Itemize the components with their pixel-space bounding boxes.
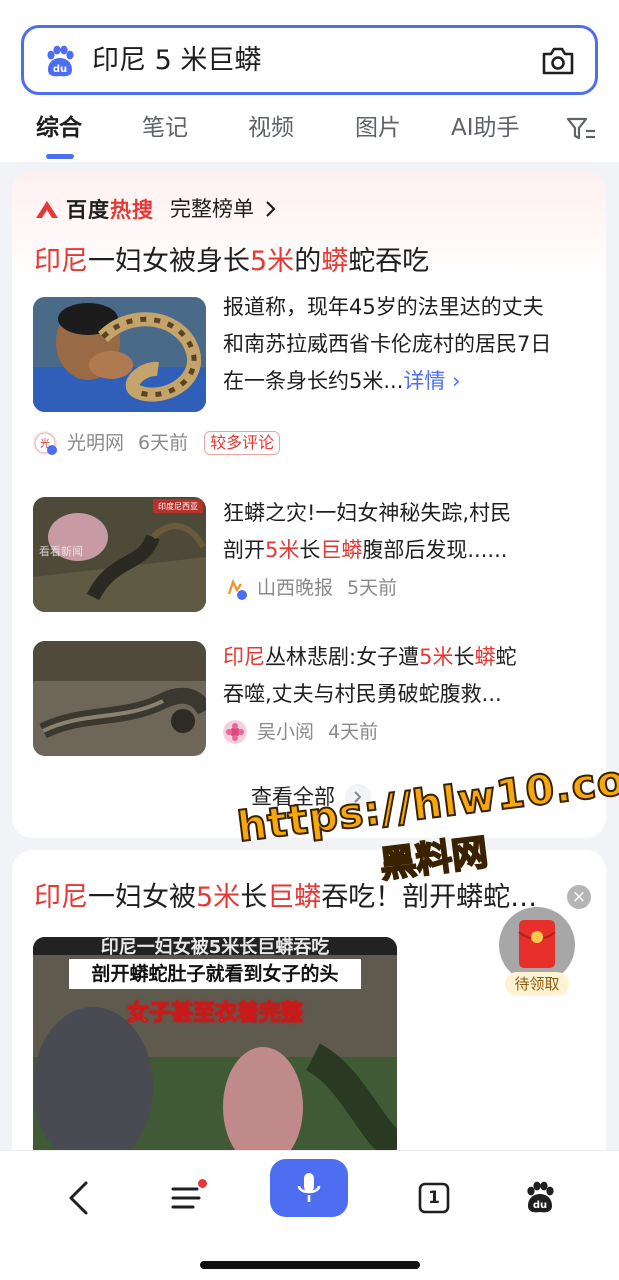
menu-button[interactable]	[164, 1169, 208, 1227]
hot-chevron-icon	[36, 201, 58, 218]
baidu-paw-icon: du	[47, 45, 74, 77]
publish-time: 4天前	[328, 721, 379, 743]
headline-segment: 5米	[250, 246, 295, 277]
top-bar: du 印尼 5 米巨蟒 综合 笔记 视频 图片 AI助手	[0, 0, 619, 162]
news-thumbnail-3[interactable]	[33, 641, 206, 756]
tab-general[interactable]: 综合	[36, 112, 82, 144]
filter-icon[interactable]	[566, 116, 596, 142]
red-packet-label[interactable]: 待领取	[505, 972, 569, 996]
tab-ai-assistant[interactable]: AI助手	[451, 112, 520, 144]
tab-video[interactable]: 视频	[248, 112, 294, 144]
back-button[interactable]	[58, 1169, 98, 1227]
active-tab-indicator	[46, 154, 74, 159]
back-arrow-icon	[69, 1181, 88, 1215]
news-meta-3: 吴小阅 4天前	[223, 719, 378, 745]
video-title-segment: 5米	[196, 882, 241, 913]
detail-link[interactable]: 详情 ›	[403, 369, 460, 393]
tab-images[interactable]: 图片	[355, 112, 401, 144]
result-tabs: 综合 笔记 视频 图片 AI助手	[0, 112, 619, 160]
source-name[interactable]: 光明网	[67, 430, 124, 456]
hot-headline[interactable]: 印尼一妇女被身长5米的蟒蛇吞吃	[34, 242, 429, 282]
close-icon[interactable]: ×	[567, 885, 591, 909]
news-meta-2: 山西晚报 5天前	[223, 575, 397, 601]
headline-segment: 蛇吞吃	[348, 246, 430, 277]
shanxi-evening-logo-icon	[223, 576, 247, 600]
baidu-paw-icon: du	[527, 1181, 554, 1213]
comment-badge: 较多评论	[204, 431, 281, 455]
guangming-logo-icon: 光	[33, 431, 57, 455]
publish-time: 5天前	[347, 577, 398, 599]
news-title-2[interactable]: 狂蟒之灾!一妇女神秘失踪,村民 剖开5米长巨蟒腹部后发现......	[223, 495, 593, 569]
hot-search-card: 百度热搜 完整榜单 印尼一妇女被身长5米的蟒蛇吞吃 报道称，现年45岁的法里达的…	[12, 172, 606, 838]
news-thumbnail-1[interactable]	[33, 297, 206, 412]
chevron-right-icon	[265, 201, 276, 217]
watermark-name: 黑料网	[377, 831, 491, 887]
baidu-home-button[interactable]: du	[520, 1169, 560, 1227]
search-query[interactable]: 印尼 5 米巨蟒	[92, 44, 261, 78]
thumb-caption-top: 印尼一妇女被5米长巨蟒吞吃	[100, 937, 330, 958]
headline-segment: 一妇女被身长	[88, 246, 250, 277]
baidu-hot-logo: 百度热搜	[34, 194, 154, 224]
home-indicator	[200, 1261, 420, 1269]
tab-notes[interactable]: 笔记	[142, 112, 188, 144]
news-thumbnail-2[interactable]: 印度尼西亚 看看新闻	[33, 497, 206, 612]
full-ranking-link[interactable]: 完整榜单	[170, 194, 277, 224]
camera-icon[interactable]	[541, 45, 575, 77]
source-name[interactable]: 山西晚报	[257, 575, 333, 601]
tabs-button[interactable]: 1	[414, 1169, 454, 1227]
notification-dot	[198, 1179, 207, 1188]
author-avatar	[223, 720, 247, 744]
search-box[interactable]: du 印尼 5 米巨蟒	[21, 25, 598, 95]
news-title-3[interactable]: 印尼丛林悲剧:女子遭5米长蟒蛇 吞噬,丈夫与村民勇破蛇腹救...	[223, 639, 593, 713]
voice-search-button[interactable]	[270, 1159, 348, 1217]
source-name[interactable]: 吴小阅	[257, 719, 314, 745]
video-thumbnail[interactable]: 印尼一妇女被5米长巨蟒吞吃 剖开蟒蛇肚子就看到女子的头 女子甚至衣着完整	[33, 937, 397, 1170]
video-title-segment: 印尼	[34, 882, 88, 913]
bottom-nav: 1 du	[0, 1150, 619, 1280]
svg-text:du: du	[53, 64, 67, 75]
menu-icon	[171, 1187, 201, 1209]
svg-text:印度尼西亚: 印度尼西亚	[158, 501, 198, 511]
news-meta-1: 光 光明网 6天前 较多评论	[33, 430, 281, 456]
thumb-caption-bottom: 女子甚至衣着完整	[126, 1001, 303, 1027]
publish-time: 6天前	[138, 432, 189, 454]
svg-text:看看新闻: 看看新闻	[39, 544, 83, 558]
headline-segment: 印尼	[34, 246, 88, 277]
headline-segment: 的	[294, 246, 322, 277]
video-title-segment: 一妇女被	[88, 882, 196, 913]
svg-text:du: du	[533, 1200, 547, 1211]
microphone-icon	[297, 1173, 321, 1202]
thumb-caption-mid: 剖开蟒蛇肚子就看到女子的头	[69, 959, 361, 989]
tab-count: 1	[428, 1188, 440, 1208]
news-summary-1[interactable]: 报道称，现年45岁的法里达的丈夫 和南苏拉威西省卡伦庞村的居民7日 在一条身长约…	[223, 289, 593, 400]
headline-segment: 蟒	[321, 246, 349, 277]
